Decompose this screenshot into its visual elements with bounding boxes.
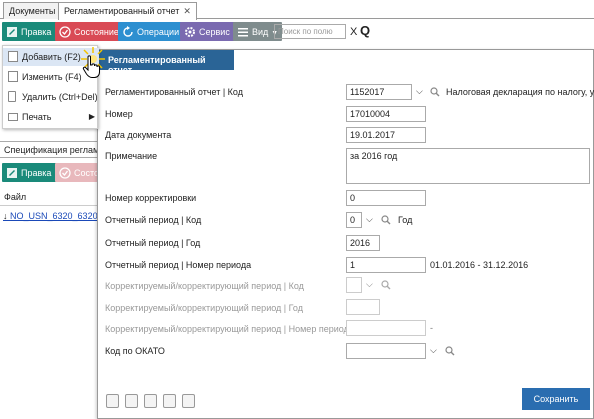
- tab-label: Документы: [9, 6, 56, 16]
- period-year-field[interactable]: 2016: [346, 235, 380, 251]
- doc-date-label: Дата документа: [105, 130, 172, 140]
- period-number-field[interactable]: 1: [346, 257, 426, 273]
- check-circle-icon: [59, 26, 71, 38]
- file-link[interactable]: ↓ NO_USN_6320_6320_: [3, 211, 103, 221]
- report-code-field[interactable]: 1152017: [346, 84, 412, 100]
- corr-period-code-label: Корректируемый/корректирующий период | К…: [105, 281, 304, 291]
- period-year-label: Отчетный период | Год: [105, 238, 201, 248]
- period-code-description: Год: [398, 215, 413, 225]
- report-code-label: Регламентированный отчет | Код: [105, 87, 243, 97]
- search-icon[interactable]: [445, 346, 455, 356]
- trash-icon: [8, 91, 16, 102]
- tab-label: Регламентированный отчет: [64, 6, 180, 16]
- doc-date-field[interactable]: 19.01.2017: [346, 127, 426, 143]
- button-label: Сервис: [199, 27, 230, 37]
- button-label: Правка: [21, 27, 52, 37]
- number-label: Номер: [105, 109, 133, 119]
- number-field[interactable]: 17010004: [346, 106, 426, 122]
- search-icon[interactable]: Q: [360, 23, 370, 38]
- corr-period-number-label: Корректируемый/корректирующий период | Н…: [105, 324, 354, 334]
- tab-bar: Документы Регламентированный отчет ✕: [0, 0, 594, 20]
- corr-period-year-field[interactable]: [346, 299, 380, 315]
- report-code-description: Налоговая декларация по налогу, уплач: [446, 87, 594, 97]
- period-number-label: Отчетный период | Номер периода: [105, 260, 252, 270]
- chevron-down-icon[interactable]: ⌵: [366, 279, 373, 290]
- specification-section-label: Спецификация регламе: [0, 141, 98, 158]
- correction-number-label: Номер корректировки: [105, 193, 197, 203]
- button-label: Вид: [252, 27, 269, 37]
- button-label: Операции: [137, 27, 180, 37]
- search-icon[interactable]: [430, 87, 440, 97]
- correction-number-field[interactable]: 0: [346, 190, 426, 206]
- printer-icon: [8, 113, 18, 121]
- search-field[interactable]: Поиск по полю: [274, 24, 346, 39]
- menu-item-label: Удалить (Ctrl+Del): [22, 92, 98, 102]
- spec-toolbar: Правка▼ Состоян: [0, 162, 113, 184]
- chevron-down-icon[interactable]: ⌵: [430, 345, 437, 356]
- edit-icon: [7, 168, 17, 178]
- menu-item-delete[interactable]: Удалить (Ctrl+Del): [3, 88, 99, 106]
- clear-search-icon[interactable]: X: [350, 26, 357, 38]
- chevron-down-icon[interactable]: ⌵: [416, 86, 423, 97]
- note-textarea[interactable]: за 2016 год: [346, 148, 590, 184]
- file-link-label: NO_USN_6320_6320_: [10, 211, 103, 221]
- search-icon[interactable]: [381, 215, 391, 225]
- file-column-header: Файл: [0, 188, 98, 206]
- menu-item-label: Добавить (F2): [22, 52, 81, 62]
- menu-item-label: Печать: [22, 112, 52, 122]
- chevron-down-icon[interactable]: ⌵: [366, 214, 373, 225]
- tab-report[interactable]: Регламентированный отчет ✕: [58, 2, 197, 20]
- button-label: Правка: [21, 168, 52, 178]
- button-label: Состояние: [74, 27, 119, 37]
- import-icon[interactable]: [144, 394, 157, 408]
- okato-label: Код по ОКАТО: [105, 346, 165, 356]
- close-icon[interactable]: ✕: [183, 6, 191, 16]
- report-dialog: Регламентированный отчет Регламентирован…: [97, 49, 594, 419]
- check-circle-icon: [59, 167, 71, 179]
- period-code-field[interactable]: 0: [346, 212, 362, 228]
- corr-period-range-text: -: [430, 323, 433, 333]
- export-icon[interactable]: [163, 394, 176, 408]
- refresh-icon: [123, 26, 133, 37]
- list-view-icon: [238, 28, 248, 37]
- dialog-title: Регламентированный отчет: [98, 50, 234, 75]
- period-range-text: 01.01.2016 - 31.12.2016: [430, 260, 529, 270]
- edit-icon: [8, 71, 18, 82]
- add-doc-icon: [8, 51, 18, 62]
- corr-period-year-label: Корректируемый/корректирующий период | Г…: [105, 303, 303, 313]
- note-label: Примечание: [105, 151, 158, 161]
- save-button[interactable]: Сохранить: [522, 388, 590, 410]
- copy-icon[interactable]: [106, 394, 119, 408]
- menu-item-label: Изменить (F4): [22, 72, 82, 82]
- tab-documents[interactable]: Документы: [3, 2, 62, 19]
- search-icon[interactable]: [381, 280, 391, 290]
- hand-cursor-icon: [82, 55, 100, 78]
- download-icon[interactable]: [125, 394, 138, 408]
- save-disk-icon[interactable]: [182, 394, 195, 408]
- gear-icon: [185, 27, 195, 37]
- corr-period-number-field[interactable]: [346, 320, 426, 336]
- edit-icon: [7, 27, 17, 37]
- submenu-arrow-icon: ▶: [88, 112, 95, 121]
- okato-field[interactable]: [346, 343, 426, 359]
- arrow-down-icon: ↓: [3, 211, 8, 221]
- period-code-label: Отчетный период | Код: [105, 215, 202, 225]
- corr-period-code-field[interactable]: [346, 277, 362, 293]
- menu-item-print[interactable]: Печать ▶: [3, 108, 99, 126]
